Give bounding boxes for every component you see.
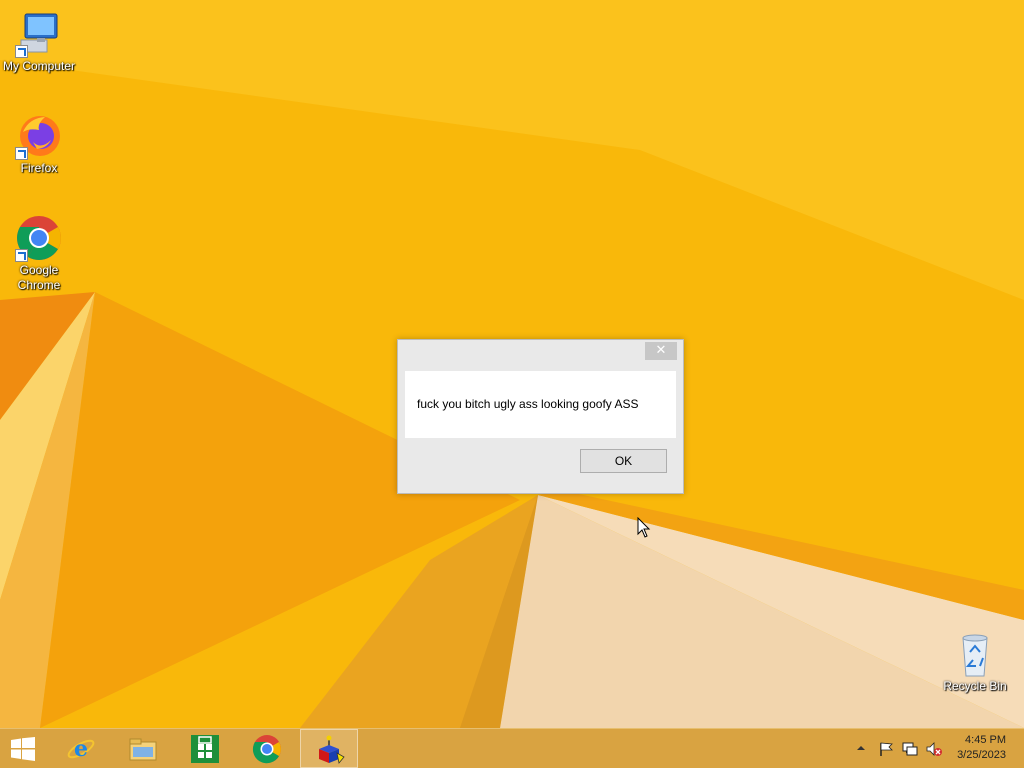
- dialog-message: fuck you bitch ugly ass looking goofy AS…: [417, 397, 639, 411]
- action-center-flag-icon[interactable]: [878, 741, 894, 757]
- shortcut-arrow-icon: [15, 249, 28, 262]
- file-explorer-icon: [129, 738, 157, 761]
- message-dialog: ✕ fuck you bitch ugly ass looking goofy …: [397, 339, 684, 494]
- system-tray: 4:45 PM 3/25/2023: [844, 729, 1024, 768]
- taskbar-internet-explorer[interactable]: e: [52, 729, 110, 768]
- desktop-icon-label: Firefox: [20, 161, 58, 175]
- shortcut-arrow-icon: [15, 147, 28, 160]
- desktop-icon-my-computer[interactable]: My Computer: [0, 10, 78, 74]
- clock[interactable]: 4:45 PM 3/25/2023: [946, 733, 1006, 763]
- desktop-icon-recycle-bin[interactable]: Recycle Bin: [936, 630, 1014, 694]
- clock-date: 3/25/2023: [957, 749, 1006, 761]
- chrome-icon: [15, 214, 63, 262]
- dialog-close-button[interactable]: ✕: [645, 342, 677, 360]
- internet-explorer-icon: e: [67, 736, 95, 762]
- volume-muted-icon[interactable]: [926, 741, 942, 757]
- ok-button[interactable]: OK: [580, 449, 667, 473]
- taskbar: e 4:45 PM 3/25/2023: [0, 728, 1024, 768]
- mouse-cursor-icon: [637, 517, 651, 538]
- desktop-icon-label: My Computer: [2, 59, 76, 73]
- chrome-icon: [252, 735, 281, 764]
- desktop-icon-label: Google Chrome: [17, 263, 61, 292]
- svg-text:e: e: [74, 736, 88, 762]
- dialog-titlebar[interactable]: ✕: [398, 340, 683, 370]
- start-button[interactable]: [0, 729, 48, 768]
- taskbar-chrome[interactable]: [238, 729, 296, 768]
- taskbar-file-explorer[interactable]: [114, 729, 172, 768]
- desktop-icon-label: Recycle Bin: [943, 679, 1007, 693]
- windows-store-icon: [191, 735, 219, 763]
- close-icon: ✕: [655, 343, 667, 358]
- shortcut-arrow-icon: [15, 45, 28, 58]
- app-cube-icon: [319, 735, 345, 764]
- dialog-message-area: fuck you bitch ugly ass looking goofy AS…: [405, 371, 676, 438]
- show-hidden-icons-chevron[interactable]: [856, 743, 866, 753]
- desktop-icon-firefox[interactable]: Firefox: [0, 112, 78, 176]
- windows-start-icon: [11, 737, 35, 761]
- taskbar-active-app[interactable]: [300, 729, 358, 768]
- taskbar-windows-store[interactable]: [176, 729, 234, 768]
- recycle-bin-icon: [951, 630, 999, 678]
- desktop-icon-google-chrome[interactable]: Google Chrome: [0, 214, 78, 293]
- clock-time: 4:45 PM: [965, 734, 1006, 746]
- firefox-icon: [15, 112, 63, 160]
- computer-icon: [15, 10, 63, 58]
- network-icon[interactable]: [902, 741, 918, 757]
